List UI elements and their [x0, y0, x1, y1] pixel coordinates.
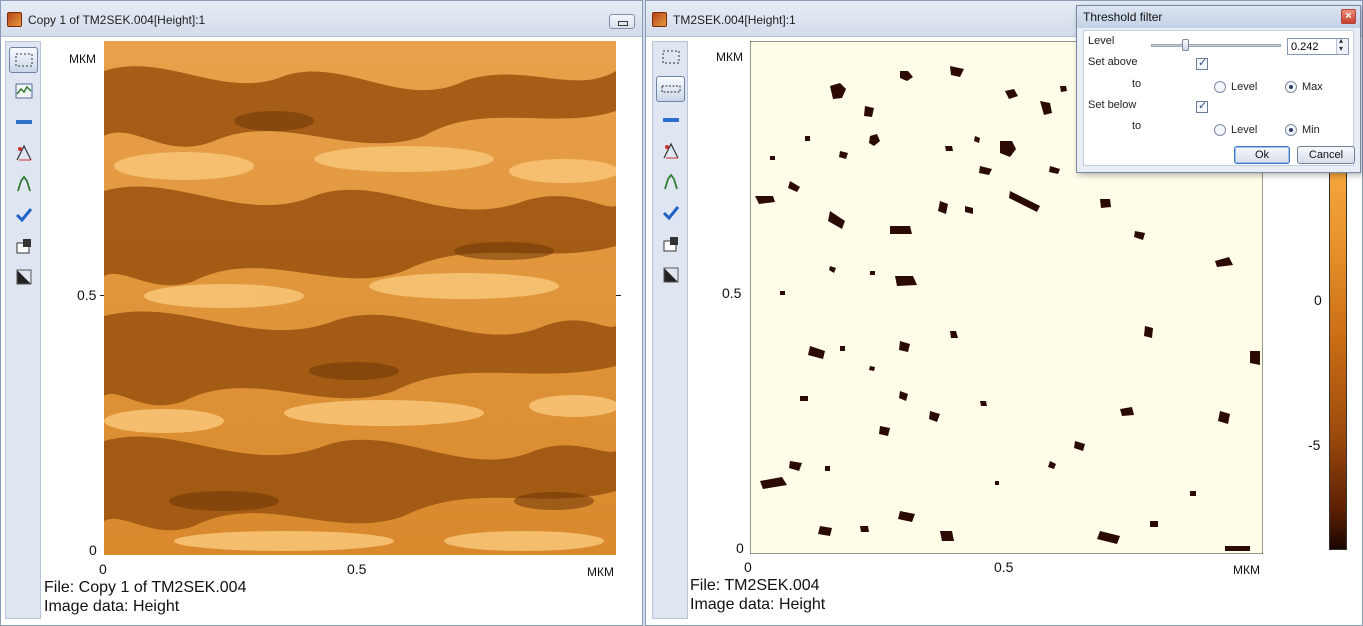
- afm-height-image[interactable]: [104, 41, 616, 555]
- checkmark-icon: [662, 206, 679, 221]
- spin-arrows-icon[interactable]: [1336, 36, 1348, 54]
- y-tick-label: 0.5: [722, 285, 742, 301]
- dialog-body: Level 0.242 Set above to Level Max Set b…: [1083, 30, 1355, 166]
- x-tick-label: 0: [744, 559, 752, 575]
- y-axis-unit: МКМ: [69, 52, 96, 66]
- crop-tool[interactable]: [656, 262, 685, 288]
- path-tool[interactable]: [9, 171, 38, 197]
- image-data-info: Image data: Height: [690, 596, 826, 613]
- angle-icon: [15, 144, 32, 161]
- level-spinbox[interactable]: 0.242: [1287, 36, 1349, 55]
- ok-button[interactable]: Ok: [1234, 146, 1290, 164]
- minimize-button[interactable]: [609, 14, 635, 29]
- to-label: to: [1132, 78, 1142, 90]
- angle-tool[interactable]: [9, 140, 38, 166]
- level-slider-track[interactable]: [1151, 44, 1281, 47]
- profile-tool[interactable]: [9, 78, 38, 104]
- marquee-icon: [662, 50, 679, 64]
- set-above-level-radio[interactable]: [1214, 81, 1226, 93]
- tool-palette: [5, 41, 41, 619]
- window-titlebar[interactable]: Copy 1 of TM2SEK.004[Height]:1: [1, 1, 642, 37]
- dialog-title[interactable]: Threshold filter: [1077, 6, 1360, 28]
- set-below-min-label: Min: [1302, 124, 1320, 136]
- path-tool[interactable]: [656, 169, 685, 195]
- y-axis-unit: МКМ: [716, 50, 743, 64]
- y-tick-label: 0: [736, 540, 744, 556]
- cancel-button[interactable]: Cancel: [1297, 146, 1355, 164]
- window-title: TM2SEK.004[Height]:1: [673, 13, 796, 27]
- set-below-min-radio[interactable]: [1285, 124, 1297, 136]
- level-value: 0.242: [1291, 41, 1319, 53]
- profile-icon: [15, 83, 32, 99]
- x-tick-label: 0: [99, 561, 107, 577]
- line-select-tool[interactable]: [656, 76, 685, 102]
- file-info: File: TM2SEK.004: [690, 577, 820, 594]
- y-tick-label: 0.5: [77, 287, 97, 303]
- set-above-label: Set above: [1088, 56, 1138, 68]
- path-icon: [16, 175, 31, 192]
- image-data-info: Image data: Height: [44, 598, 180, 615]
- level-slider-thumb[interactable]: [1182, 39, 1189, 51]
- set-below-checkbox[interactable]: [1196, 99, 1208, 113]
- app-icon: [7, 12, 22, 27]
- crop-icon: [663, 267, 678, 283]
- crop-tool[interactable]: [9, 264, 38, 290]
- afm-window-copy: Copy 1 of TM2SEK.004[Height]:1 МКМ 0.5 0: [0, 0, 643, 626]
- select-rect-tool[interactable]: [9, 47, 38, 73]
- line-tool[interactable]: [9, 109, 38, 135]
- height-colorbar: [1329, 170, 1347, 550]
- dashed-line-icon: [661, 85, 680, 93]
- eraser-tool[interactable]: [9, 233, 38, 259]
- threshold-filter-dialog: Threshold filter × Level 0.242 Set above…: [1076, 5, 1361, 173]
- close-icon[interactable]: ×: [1341, 9, 1356, 24]
- level-label: Level: [1088, 35, 1115, 47]
- colorbar-tick: -5: [1308, 437, 1321, 453]
- crop-icon: [16, 269, 31, 285]
- select-rect-tool[interactable]: [656, 44, 685, 70]
- x-tick-label: 0.5: [994, 559, 1014, 575]
- app-icon: [652, 12, 667, 27]
- apply-tool[interactable]: [656, 200, 685, 226]
- tool-palette: [652, 41, 688, 619]
- y-tick-label: 0: [89, 542, 97, 558]
- file-info: File: Copy 1 of TM2SEK.004: [44, 579, 247, 596]
- set-below-level-radio[interactable]: [1214, 124, 1226, 136]
- x-axis-unit: МКМ: [587, 565, 614, 579]
- set-below-level-label: Level: [1231, 124, 1258, 136]
- angle-tool[interactable]: [656, 138, 685, 164]
- set-above-level-label: Level: [1231, 81, 1258, 93]
- window-title: Copy 1 of TM2SEK.004[Height]:1: [28, 13, 206, 27]
- set-above-max-label: Max: [1302, 81, 1323, 93]
- apply-tool[interactable]: [9, 202, 38, 228]
- line-tool[interactable]: [656, 107, 685, 133]
- eraser-tool[interactable]: [656, 231, 685, 257]
- set-above-checkbox[interactable]: [1196, 56, 1208, 70]
- path-icon: [663, 173, 678, 190]
- checkmark-icon: [15, 208, 32, 223]
- eraser-icon: [663, 237, 678, 252]
- to-label: to: [1132, 120, 1142, 132]
- line-icon: [15, 120, 32, 124]
- line-icon: [662, 118, 679, 122]
- x-axis-unit: МКМ: [1233, 563, 1260, 577]
- marquee-icon: [15, 53, 32, 67]
- angle-icon: [662, 142, 679, 159]
- x-tick-label: 0.5: [347, 561, 367, 577]
- set-below-label: Set below: [1088, 99, 1137, 111]
- set-above-max-radio[interactable]: [1285, 81, 1297, 93]
- colorbar-tick: 0: [1314, 292, 1322, 308]
- y-tick-mark: [616, 295, 621, 296]
- eraser-icon: [16, 239, 31, 254]
